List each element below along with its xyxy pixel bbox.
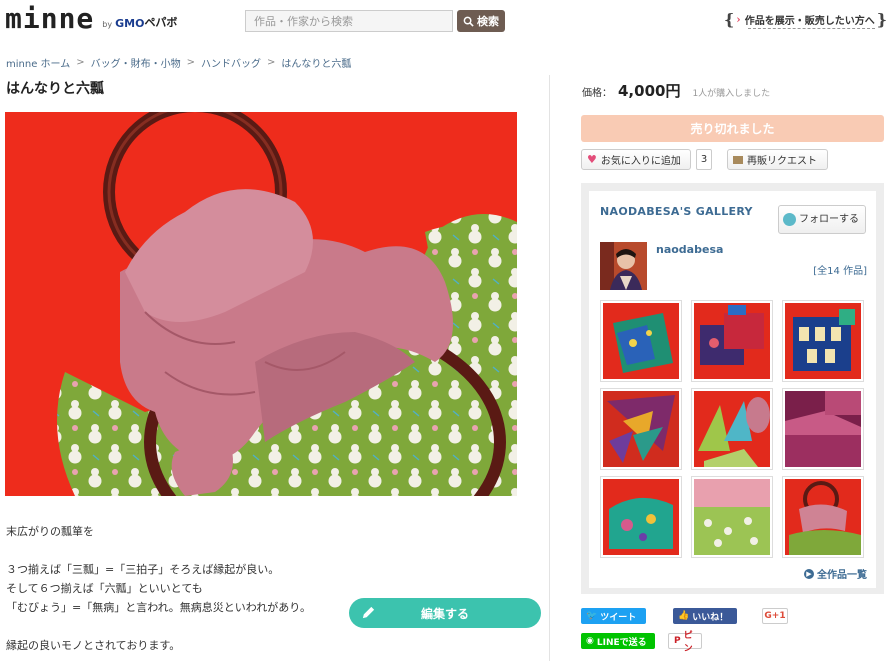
- follow-label: フォローする: [799, 214, 859, 225]
- product-photo[interactable]: [5, 112, 517, 496]
- product-description: 末広がりの瓢箪を ３つ揃えば「三瓢」=「三拍子」そろえば縁起が良い。 そして６つ…: [6, 522, 346, 655]
- search-icon: [463, 16, 474, 27]
- logo-pepabo: ペパボ: [144, 16, 178, 29]
- avatar[interactable]: [600, 242, 647, 290]
- breadcrumb-home[interactable]: minne ホーム: [6, 55, 70, 70]
- gallery-thumbnail[interactable]: [782, 476, 864, 558]
- avatar-image: [600, 242, 647, 290]
- play-circle-icon: ▶: [804, 568, 814, 579]
- column-divider: [549, 75, 550, 661]
- line-label: LINEで送る: [596, 637, 647, 648]
- google-plus-button[interactable]: G+1: [762, 608, 788, 624]
- logo-by: by: [102, 20, 113, 29]
- price-row: 価格： 4,000円 1人が購入しました: [582, 80, 770, 101]
- page-title: はんなりと六瓢: [6, 81, 104, 97]
- pinterest-p-icon: P: [674, 636, 681, 646]
- price-label: 価格：: [582, 88, 612, 99]
- like-label: いいね！: [692, 612, 729, 623]
- edit-button[interactable]: 編集する: [349, 598, 541, 628]
- creator-gallery: NAODABESA'S GALLERY フォローする naodabesa [全1…: [581, 183, 884, 594]
- purchased-count: 1人が購入しました: [692, 89, 771, 99]
- favorite-button[interactable]: ♥ お気に入りに追加: [581, 149, 691, 170]
- price-value: 4,000円: [618, 82, 681, 100]
- restock-label: 再販リクエスト: [747, 156, 817, 167]
- creator-username[interactable]: naodabesa: [656, 243, 723, 256]
- gallery-panel: NAODABESA'S GALLERY フォローする naodabesa [全1…: [589, 191, 876, 588]
- gallery-thumbnail[interactable]: [782, 388, 864, 470]
- description-line: 「むびょう」=「無病」と言われ。無病息災といわれがあり。: [6, 601, 312, 614]
- all-works-label: 全作品一覧: [817, 570, 867, 581]
- breadcrumb: minne ホーム > バッグ・財布・小物 > ハンドバッグ > はんなりと六瓢: [6, 55, 351, 70]
- breadcrumb-category[interactable]: バッグ・財布・小物: [91, 55, 181, 70]
- bracket-left-icon: {: [724, 9, 735, 29]
- gallery-thumbnail[interactable]: [691, 300, 773, 382]
- favorite-label: お気に入りに追加: [600, 156, 681, 167]
- all-works-link[interactable]: ▶ 全作品一覧: [804, 566, 867, 581]
- follow-button[interactable]: フォローする: [778, 205, 866, 234]
- line-share-button[interactable]: ◉ LINEで送る: [581, 633, 655, 649]
- logo-text: minne: [5, 2, 95, 35]
- search-input[interactable]: [245, 10, 453, 32]
- gallery-thumbnail[interactable]: [600, 388, 682, 470]
- gallery-thumbnail[interactable]: [782, 300, 864, 382]
- thumbs-up-icon: 👍: [678, 611, 690, 621]
- description-line: ３つ揃えば「三瓢」=「三拍子」そろえば縁起が良い。: [6, 563, 280, 576]
- site-header: minne by GMO ペパボ 検索 { › 作品を展示・販売したい方へ }: [0, 0, 888, 42]
- creator-work-count[interactable]: [全14 作品]: [813, 262, 867, 277]
- minne-logo[interactable]: minne by GMO ペパボ: [5, 5, 177, 33]
- smile-icon: [783, 213, 796, 226]
- facebook-like-button[interactable]: 👍 いいね！: [673, 608, 737, 624]
- breadcrumb-separator: >: [186, 57, 196, 68]
- edit-button-label: 編集する: [420, 606, 469, 621]
- pinterest-button[interactable]: P ピン: [668, 631, 702, 654]
- search-button[interactable]: 検索: [457, 10, 505, 32]
- gallery-title[interactable]: NAODABESA'S GALLERY: [600, 205, 753, 218]
- gallery-thumbnail[interactable]: [600, 476, 682, 558]
- favorite-count: 3: [696, 149, 712, 170]
- sell-link-label: 作品を展示・販売したい方へ: [744, 15, 875, 27]
- sell-link-underline: [748, 28, 875, 29]
- tweet-button[interactable]: 🐦 ツイート: [581, 608, 646, 624]
- pin-label: ピン: [683, 631, 693, 654]
- search-button-label: 検索: [477, 15, 499, 28]
- mail-icon: [733, 155, 743, 164]
- breadcrumb-subcategory[interactable]: ハンドバッグ: [201, 55, 261, 70]
- chevron-right-icon: ›: [736, 12, 741, 26]
- heart-icon: ♥: [587, 153, 597, 166]
- restock-request-button[interactable]: 再販リクエスト: [727, 149, 828, 170]
- description-line: そして６つ揃えば「六瓢」といいとても: [6, 582, 203, 595]
- breadcrumb-separator: >: [76, 57, 85, 68]
- gallery-thumbnails: [600, 300, 866, 558]
- twitter-bird-icon: 🐦: [586, 611, 598, 621]
- tweet-label: ツイート: [600, 612, 637, 623]
- soldout-button[interactable]: 売り切れました: [581, 115, 884, 142]
- product-photo-image: [5, 112, 517, 496]
- sell-link[interactable]: { › 作品を展示・販売したい方へ }: [724, 8, 887, 30]
- gallery-thumbnail[interactable]: [691, 388, 773, 470]
- breadcrumb-separator: >: [267, 57, 276, 68]
- description-line: 縁起の良いモノとされております。: [6, 639, 181, 652]
- gallery-thumbnail[interactable]: [600, 300, 682, 382]
- breadcrumb-current[interactable]: はんなりと六瓢: [281, 55, 351, 70]
- gallery-thumbnail[interactable]: [691, 476, 773, 558]
- line-icon: ◉: [586, 636, 594, 646]
- bracket-right-icon: }: [876, 9, 887, 29]
- logo-gmo: GMO: [115, 17, 145, 30]
- description-line: 末広がりの瓢箪を: [6, 525, 94, 538]
- pencil-icon: [362, 606, 375, 619]
